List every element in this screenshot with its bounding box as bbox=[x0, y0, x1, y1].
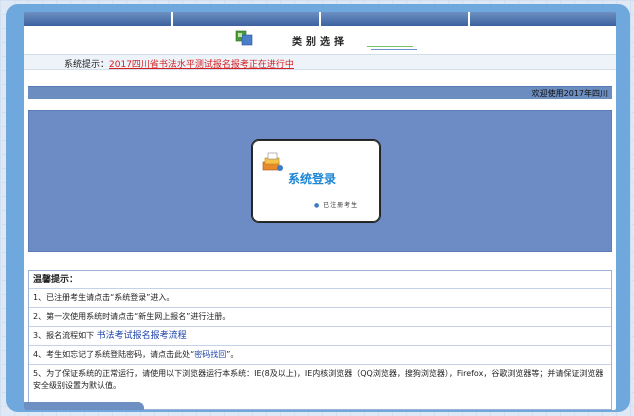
login-subtitle: ● 已注册考生 bbox=[314, 200, 358, 209]
password-recovery-link[interactable]: 密码找回 bbox=[194, 350, 226, 359]
tip-row-1: 1、已注册考生请点击“系统登录”进入。 bbox=[29, 289, 611, 308]
top-tab-4[interactable] bbox=[469, 12, 616, 26]
title-underline-blue bbox=[371, 49, 417, 50]
tip-row-2: 2、第一次使用系统时请点击“新生网上报名”进行注册。 bbox=[29, 308, 611, 327]
tips-heading: 温馨提示： bbox=[29, 271, 611, 289]
tip-row-4: 4、考生如忘记了系统登陆密码，请点击此处“密码找回”。 bbox=[29, 346, 611, 365]
bullet-icon: ● bbox=[314, 202, 321, 209]
category-header: 类别选择 bbox=[24, 26, 616, 54]
system-login-button[interactable]: 系统登录 ● 已注册考生 bbox=[251, 139, 381, 223]
notice-label: 系统提示： bbox=[64, 60, 110, 70]
welcome-bar: 欢迎使用2017年四川 bbox=[28, 86, 612, 99]
login-title: 系统登录 bbox=[288, 172, 337, 186]
login-panel: 系统登录 ● 已注册考生 bbox=[28, 110, 612, 252]
top-tab-strip bbox=[24, 12, 616, 26]
content-area: 类别选择 系统提示：2017四川省书法水平测试报名报考正在进行中 欢迎使用201… bbox=[24, 12, 616, 410]
tip-row-5: 5、为了保证系统的正常运行，请使用以下浏览器运行本系统：IE(8及以上)，IE内… bbox=[33, 369, 604, 390]
tips-table: 温馨提示： 1、已注册考生请点击“系统登录”进入。 2、第一次使用系统时请点击“… bbox=[28, 270, 612, 410]
top-tab-2[interactable] bbox=[172, 12, 321, 26]
notice-link[interactable]: 2017四川省书法水平测试报名报考正在进行中 bbox=[109, 60, 294, 70]
tip-row-3: 3、报名流程如下 书法考试报名报考流程 bbox=[29, 327, 611, 346]
login-subtitle-text: 已注册考生 bbox=[323, 202, 359, 209]
title-underline-green bbox=[367, 46, 413, 47]
tip-row-4-suffix: ”。 bbox=[226, 350, 239, 359]
outer-frame: 类别选择 系统提示：2017四川省书法水平测试报名报考正在进行中 欢迎使用201… bbox=[6, 4, 630, 412]
registration-flow-link[interactable]: 书法考试报名报考流程 bbox=[97, 331, 187, 341]
category-icon bbox=[235, 30, 253, 46]
system-notice: 系统提示：2017四川省书法水平测试报名报考正在进行中 bbox=[24, 54, 616, 70]
top-tab-1[interactable] bbox=[24, 12, 173, 26]
login-icon bbox=[262, 152, 283, 171]
tip-row-3-text: 3、报名流程如下 bbox=[33, 331, 97, 340]
top-tab-3[interactable] bbox=[321, 12, 470, 26]
category-title: 类别选择 bbox=[292, 37, 348, 48]
welcome-text: 欢迎使用2017年四川 bbox=[531, 89, 608, 98]
bottom-tab bbox=[24, 402, 144, 410]
tip-row-4-text: 4、考生如忘记了系统登陆密码，请点击此处“ bbox=[33, 350, 195, 359]
